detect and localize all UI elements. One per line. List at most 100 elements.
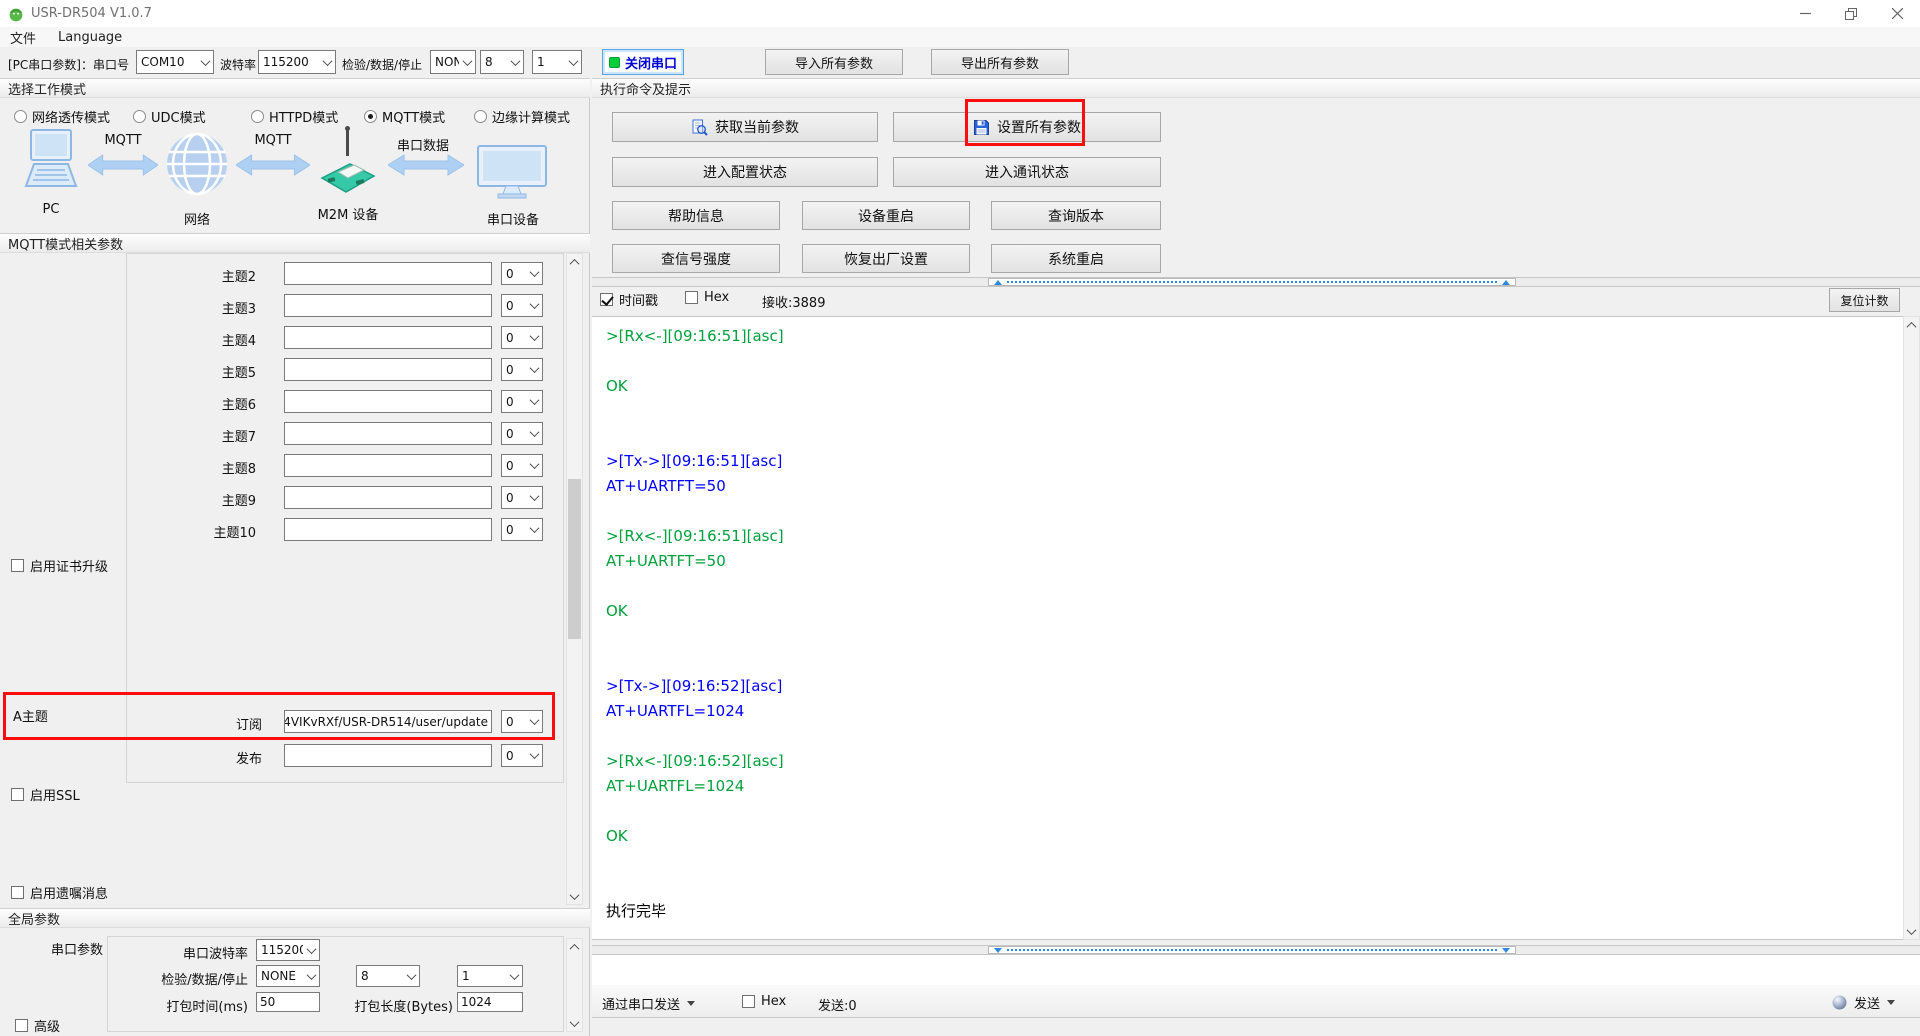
network-globe-icon — [166, 130, 228, 202]
send-hex-checkbox[interactable]: Hex — [742, 994, 786, 1009]
combo-value: NONE — [257, 966, 303, 986]
topic-qos-combo[interactable]: 0 — [501, 262, 543, 285]
app-window: { "window": { "title": "USR-DR504 V1.0.7… — [0, 0, 1920, 1036]
export-params-button[interactable]: 导出所有参数 — [931, 49, 1069, 75]
baud-combo[interactable]: 115200 — [258, 50, 336, 74]
send-text-input[interactable] — [592, 955, 1920, 985]
pack-time-input[interactable]: 50 — [256, 992, 320, 1012]
timestamp-checkbox[interactable]: 时间戳 — [600, 290, 658, 309]
scroll-up-arrow-icon[interactable] — [1904, 317, 1919, 333]
import-params-button[interactable]: 导入所有参数 — [765, 49, 903, 75]
subscribe-qos-combo[interactable]: 0 — [501, 710, 543, 733]
work-mode-radio-3[interactable]: HTTPD模式 — [251, 107, 338, 126]
topic-qos-combo[interactable]: 0 — [501, 390, 543, 413]
chevron-down-icon — [526, 745, 542, 766]
send-button[interactable]: 发送 — [1832, 993, 1895, 1012]
restore-button[interactable] — [1828, 0, 1874, 27]
com-port-combo[interactable]: COM10 — [136, 50, 214, 74]
topic-row: 主题2 0 — [126, 262, 564, 286]
topic-input[interactable] — [284, 262, 492, 285]
global-panel-scrollbar[interactable] — [566, 938, 583, 1032]
topic-input[interactable] — [284, 358, 492, 381]
splitter-handle[interactable] — [988, 946, 1516, 954]
scroll-down-arrow-icon[interactable] — [1904, 923, 1919, 939]
combo-value: 0 — [502, 711, 526, 732]
chevron-down-icon — [526, 711, 542, 732]
pack-len-input[interactable]: 1024 — [457, 992, 523, 1012]
topic-label: 主题8 — [126, 458, 256, 477]
work-mode-radio-2[interactable]: UDC模式 — [133, 107, 206, 126]
scrollbar-thumb[interactable] — [568, 479, 581, 639]
combo-value: 0 — [502, 359, 526, 380]
topic-qos-combo[interactable]: 0 — [501, 326, 543, 349]
topic-input[interactable] — [284, 454, 492, 477]
device-reboot-button[interactable]: 设备重启 — [802, 201, 970, 230]
publish-qos-combo[interactable]: 0 — [501, 744, 543, 767]
ssl-checkbox[interactable]: 启用SSL — [11, 785, 80, 804]
topic-row: 主题40 — [126, 326, 564, 350]
work-mode-radio-1[interactable]: 网络透传模式 — [14, 107, 110, 126]
close-button[interactable] — [1874, 0, 1920, 27]
query-signal-button[interactable]: 查信号强度 — [612, 244, 780, 273]
radio-icon — [14, 110, 27, 123]
topic-qos-combo[interactable]: 0 — [501, 358, 543, 381]
menu-bar: 文件 Language — [0, 27, 1920, 47]
mqtt-panel-scrollbar[interactable] — [566, 253, 583, 905]
help-info-button[interactable]: 帮助信息 — [612, 201, 780, 230]
topic-qos-combo[interactable]: 0 — [501, 422, 543, 445]
topic-input[interactable] — [284, 294, 492, 317]
close-serial-button[interactable]: 关闭串口 — [602, 49, 684, 75]
window-controls — [1782, 0, 1920, 27]
scroll-down-arrow-icon[interactable] — [567, 1015, 582, 1031]
topic-input[interactable] — [284, 518, 492, 541]
combo-value: COM10 — [137, 51, 197, 73]
cert-upgrade-checkbox[interactable]: 启用证书升级 — [11, 556, 108, 575]
log-bottom-splitter — [592, 945, 1920, 955]
radio-selected-icon — [364, 110, 377, 123]
topic-qos-combo[interactable]: 0 — [501, 454, 543, 477]
work-mode-radio-5[interactable]: 边缘计算模式 — [474, 107, 570, 126]
topic-input[interactable] — [284, 390, 492, 413]
reset-count-button[interactable]: 复位计数 — [1829, 288, 1900, 312]
topic-input[interactable] — [284, 326, 492, 349]
enter-config-button[interactable]: 进入配置状态 — [612, 157, 878, 187]
query-version-button[interactable]: 查询版本 — [991, 201, 1161, 230]
work-mode-radio-4[interactable]: MQTT模式 — [364, 107, 445, 126]
enter-comm-button[interactable]: 进入通讯状态 — [893, 157, 1161, 187]
publish-topic-input[interactable] — [284, 744, 492, 767]
topic-qos-combo[interactable]: 0 — [501, 486, 543, 509]
pack-len-value: 1024 — [461, 995, 492, 1009]
log-hex-checkbox[interactable]: Hex — [685, 290, 729, 305]
section-title: 全局参数 — [8, 909, 60, 928]
system-restart-button[interactable]: 系统重启 — [991, 244, 1161, 273]
scroll-up-arrow-icon[interactable] — [567, 254, 582, 270]
topic-label: 主题2 — [126, 266, 256, 285]
subscribe-topic-input[interactable]: i4u4VIKvRXf/USR-DR514/user/update — [284, 710, 492, 733]
topic-input[interactable] — [284, 422, 492, 445]
send-mode-dropdown[interactable]: 通过串口发送 — [602, 994, 695, 1013]
will-message-checkbox[interactable]: 启用遗嘱消息 — [11, 883, 108, 902]
global-baud-combo[interactable]: 115200 — [256, 939, 320, 961]
data-bits-combo[interactable]: 8 — [480, 50, 524, 74]
scroll-up-arrow-icon[interactable] — [567, 939, 582, 955]
parity-combo[interactable]: NONI — [430, 50, 476, 74]
scroll-down-arrow-icon[interactable] — [567, 888, 582, 904]
get-params-label: 获取当前参数 — [715, 117, 799, 137]
factory-reset-button[interactable]: 恢复出厂设置 — [802, 244, 970, 273]
advanced-checkbox[interactable]: 高级 — [15, 1016, 60, 1035]
menu-language[interactable]: Language — [58, 30, 122, 45]
topic-qos-combo[interactable]: 0 — [501, 294, 543, 317]
stop-bits-combo[interactable]: 1 — [532, 50, 582, 74]
topic-input[interactable] — [284, 486, 492, 509]
topic-qos-combo[interactable]: 0 — [501, 518, 543, 541]
menu-file[interactable]: 文件 — [10, 28, 36, 47]
minimize-button[interactable] — [1782, 0, 1828, 27]
global-parity-combo[interactable]: NONE — [256, 965, 320, 987]
global-data-bits-combo[interactable]: 8 — [356, 965, 420, 987]
get-params-button[interactable]: 获取当前参数 — [612, 112, 878, 142]
splitter-handle[interactable] — [988, 278, 1516, 286]
set-params-button[interactable]: 设置所有参数 — [893, 112, 1161, 142]
global-stop-bits-combo[interactable]: 1 — [457, 965, 523, 987]
topic-row: 主题8 0 — [126, 454, 564, 478]
log-scrollbar[interactable] — [1903, 316, 1920, 940]
